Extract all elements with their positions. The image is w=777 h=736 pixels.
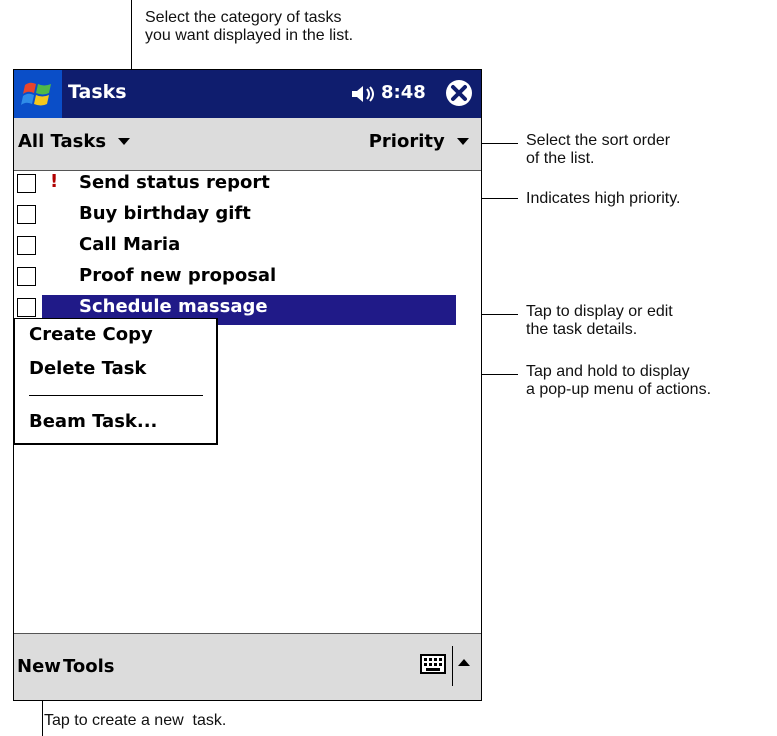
priority-icon: ! [50,171,59,192]
windows-flag-icon [21,82,51,106]
task-label: Send status report [79,172,270,193]
command-bar: New Tools [14,633,481,700]
task-row[interactable]: Proof new proposal [14,264,481,294]
popup-menu: Create Copy Delete Task Beam Task... [14,318,218,445]
annotation-sort: Select the sort order of the list. [526,132,671,167]
task-label: Proof new proposal [79,265,277,286]
annotation-new-task: Tap to create a new task. [44,712,227,729]
task-row[interactable]: Call Maria [14,233,481,263]
menu-item-create-copy[interactable]: Create Copy [29,324,153,345]
category-dropdown[interactable]: All Tasks [18,131,131,152]
category-label: All Tasks [18,131,107,152]
annotation-category: Select the category of tasks you want di… [145,9,354,44]
tools-menu[interactable]: Tools [63,656,115,677]
app-title: Tasks [68,81,127,103]
annotation-popup: Tap and hold to display a pop-up menu of… [526,363,712,398]
task-label: Call Maria [79,234,181,255]
chevron-down-icon [457,138,469,145]
sort-dropdown[interactable]: Priority [369,131,469,152]
task-row[interactable]: ! Send status report [14,171,481,201]
sip-divider [452,646,453,686]
menu-item-beam-task[interactable]: Beam Task... [29,411,157,432]
annotation-priority: Indicates high priority. [526,190,681,207]
task-label: Schedule massage [79,296,268,317]
sort-label: Priority [368,131,445,152]
close-icon[interactable] [444,78,474,108]
task-label: Buy birthday gift [79,203,251,224]
title-bar: Tasks 8:48 [14,70,481,118]
task-checkbox[interactable] [17,298,36,317]
menu-separator [29,395,203,396]
clock[interactable]: 8:48 [381,82,426,103]
pocketpc-screen: Tasks 8:48 All Tasks Priority ! Send sta… [13,69,482,701]
task-checkbox[interactable] [17,267,36,286]
callout-line-sort [478,143,518,144]
menu-item-delete-task[interactable]: Delete Task [29,358,146,379]
keyboard-icon[interactable] [420,654,446,674]
chevron-down-icon [118,138,131,145]
speaker-icon[interactable] [350,84,376,104]
task-checkbox[interactable] [17,236,36,255]
task-row[interactable]: Buy birthday gift [14,202,481,232]
task-checkbox[interactable] [17,174,36,193]
list-toolbar: All Tasks Priority [14,118,481,171]
chevron-up-icon[interactable] [458,658,470,667]
annotation-details: Tap to display or edit the task details. [526,303,673,338]
new-button[interactable]: New [17,656,61,677]
start-button[interactable] [14,70,62,118]
task-checkbox[interactable] [17,205,36,224]
